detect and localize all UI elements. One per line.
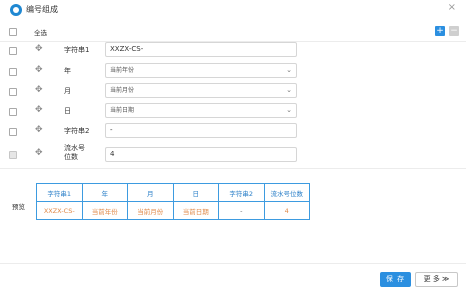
- move-handle-icon[interactable]: ✥: [35, 105, 43, 115]
- row-label: 流水号 位数: [64, 144, 85, 161]
- dialog-header: 编号组成 ×: [0, 0, 466, 20]
- row-label: 年: [64, 67, 71, 75]
- row-checkbox[interactable]: [9, 68, 17, 76]
- row-checkbox[interactable]: [9, 128, 17, 136]
- day-select-value: 当前日期: [110, 107, 135, 114]
- footer-divider: [0, 263, 466, 264]
- serial-digits-input[interactable]: 4: [105, 147, 297, 162]
- row-checkbox-disabled: [9, 151, 17, 159]
- move-handle-icon[interactable]: ✥: [35, 65, 43, 75]
- preview-value-cell: 4: [263, 201, 310, 220]
- row-label: 字符串2: [64, 127, 90, 135]
- preview-header-row: 字符串1 年 月 日 字符串2 流水号位数: [36, 183, 310, 202]
- row-checkbox[interactable]: [9, 47, 17, 55]
- row-checkbox[interactable]: [9, 108, 17, 116]
- move-handle-icon[interactable]: ✥: [35, 44, 43, 54]
- select-all-label: 全选: [34, 29, 47, 37]
- string2-input[interactable]: -: [105, 123, 297, 138]
- dialog-title: 编号组成: [26, 5, 58, 14]
- more-button[interactable]: 更 多 ≫: [415, 272, 458, 287]
- chevron-down-icon: ⌄: [286, 66, 292, 74]
- preview-header-cell: 流水号位数: [263, 183, 310, 202]
- day-select[interactable]: 当前日期 ⌄: [105, 103, 297, 118]
- row-month: ✥ 月 当前月份 ⌄: [0, 82, 466, 102]
- chevron-down-icon: ⌄: [286, 86, 292, 94]
- preview-header-cell: 日: [172, 183, 219, 202]
- move-handle-icon[interactable]: ✥: [35, 125, 43, 135]
- preview-header-cell: 字符串2: [218, 183, 265, 202]
- preview-value-cell: -: [218, 201, 265, 220]
- row-day: ✥ 日 当前日期 ⌄: [0, 102, 466, 122]
- save-button[interactable]: 保 存: [380, 272, 411, 287]
- preview-value-row: XXZX-CS- 当前年份 当前月份 当前日期 - 4: [36, 201, 310, 220]
- divider: [0, 168, 466, 169]
- year-select[interactable]: 当前年份 ⌄: [105, 63, 297, 78]
- preview-value-cell: 当前日期: [172, 201, 219, 220]
- row-label: 日: [64, 107, 71, 115]
- row-label: 月: [64, 87, 71, 95]
- row-label: 字符串1: [64, 46, 90, 54]
- number-composition-dialog: 编号组成 × 全选 + − ✥ 字符串1 XXZX-CS- ✥ 年 当前年份 ⌄…: [0, 0, 466, 293]
- month-select-value: 当前月份: [110, 87, 135, 94]
- row-string1: ✥ 字符串1 XXZX-CS-: [0, 41, 466, 61]
- move-handle-icon[interactable]: ✥: [35, 85, 43, 95]
- remove-row-button[interactable]: −: [449, 26, 459, 36]
- close-icon[interactable]: ×: [448, 2, 456, 13]
- month-select[interactable]: 当前月份 ⌄: [105, 83, 297, 98]
- string1-input[interactable]: XXZX-CS-: [105, 42, 297, 57]
- select-all-row: 全选 + −: [0, 23, 466, 41]
- preview-label: 预览: [12, 203, 25, 211]
- select-all-checkbox[interactable]: [9, 28, 17, 36]
- preview-table: 字符串1 年 月 日 字符串2 流水号位数 XXZX-CS- 当前年份 当前月份…: [36, 183, 310, 220]
- preview-header-cell: 字符串1: [36, 183, 83, 202]
- preview-header-cell: 年: [81, 183, 128, 202]
- preview-header-cell: 月: [127, 183, 174, 202]
- move-handle-icon[interactable]: ✥: [35, 148, 43, 158]
- row-checkbox[interactable]: [9, 88, 17, 96]
- row-year: ✥ 年 当前年份 ⌄: [0, 62, 466, 82]
- preview-value-cell: 当前月份: [127, 201, 174, 220]
- year-select-value: 当前年份: [110, 67, 135, 74]
- preview-value-cell: 当前年份: [81, 201, 128, 220]
- preview-value-cell: XXZX-CS-: [36, 201, 83, 220]
- app-logo-icon: [10, 4, 22, 16]
- add-row-button[interactable]: +: [435, 26, 445, 36]
- row-string2: ✥ 字符串2 -: [0, 122, 466, 142]
- row-serial-digits: ✥ 流水号 位数 4: [0, 143, 466, 167]
- chevron-down-icon: ⌄: [286, 106, 292, 114]
